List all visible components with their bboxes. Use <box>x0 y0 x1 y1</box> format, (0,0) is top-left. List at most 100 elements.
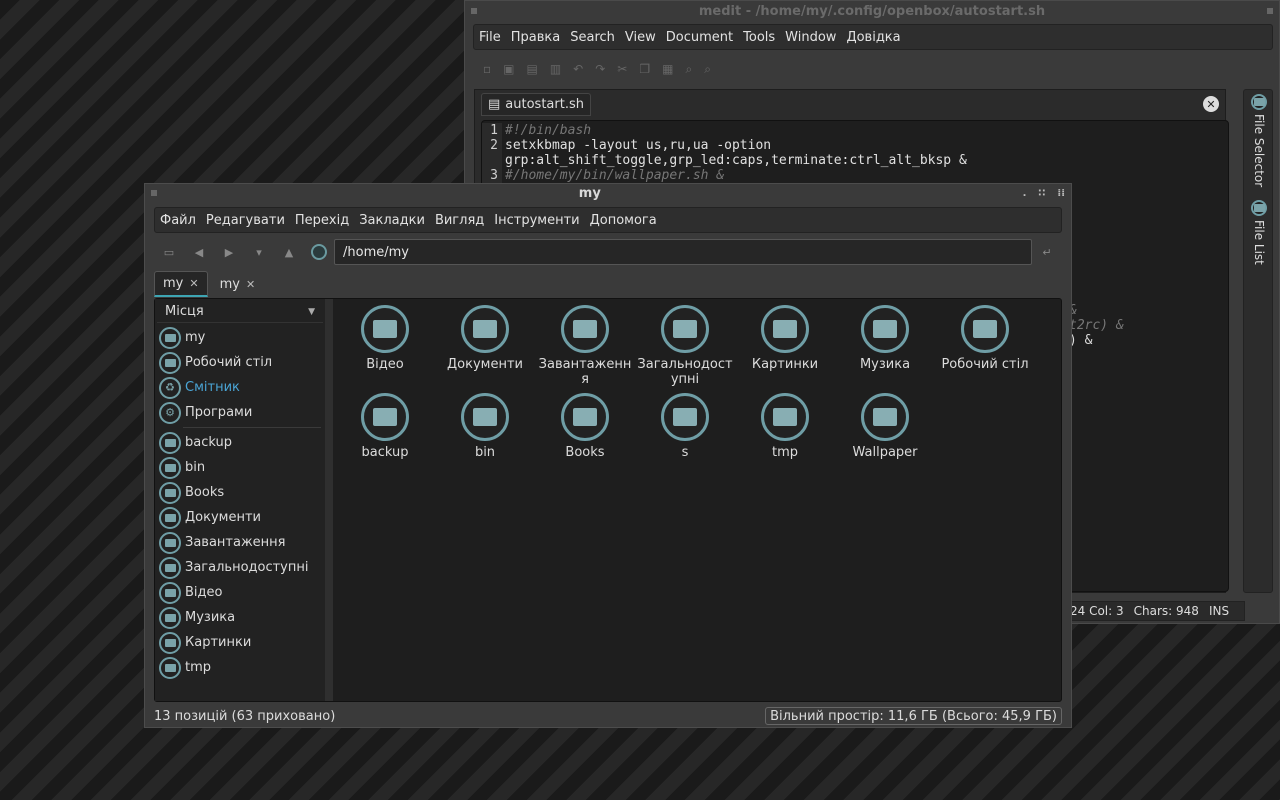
folder-label: Загальнодоступні <box>637 357 733 387</box>
folder-item[interactable]: backup <box>335 393 435 481</box>
bookmark-item[interactable]: Завантаження <box>155 530 325 555</box>
fm-menu-go[interactable]: Перехід <box>290 213 354 228</box>
sidebar-header: Місця <box>165 304 204 319</box>
maximize-icon[interactable]: ∷ <box>1038 188 1045 199</box>
close-tab-icon[interactable]: ✕ <box>189 277 198 290</box>
file-selector-tab[interactable]: File Selector <box>1247 94 1271 187</box>
forward-icon[interactable]: ▶ <box>214 246 244 259</box>
folder-item[interactable]: bin <box>435 393 535 481</box>
folder-item[interactable]: Документи <box>435 305 535 393</box>
bookmark-item[interactable]: Документи <box>155 505 325 530</box>
folder-icon <box>461 393 509 441</box>
bookmark-item[interactable]: backup <box>155 430 325 455</box>
find-replace-icon[interactable]: ⌕ <box>704 62 711 77</box>
fm-menu-file[interactable]: Файл <box>155 213 201 228</box>
close-tab-icon[interactable]: ✕ <box>246 278 255 291</box>
history-dropdown-icon[interactable]: ▾ <box>244 246 274 259</box>
fm-tab[interactable]: my ✕ <box>212 271 264 297</box>
fm-menu-edit[interactable]: Редагувати <box>201 213 290 228</box>
medit-menu-help[interactable]: Довідка <box>841 30 905 45</box>
folder-item[interactable]: Books <box>535 393 635 481</box>
paste-icon[interactable]: ▦ <box>662 62 673 76</box>
medit-menu-window[interactable]: Window <box>780 30 841 45</box>
medit-menu-document[interactable]: Document <box>661 30 738 45</box>
fm-body: Місця ▼ my Робочий стіл Смітник Програми… <box>154 298 1062 702</box>
bookmark-label: backup <box>185 435 232 450</box>
chevron-down-icon: ▼ <box>308 306 315 317</box>
fm-menu-tools[interactable]: Інструменти <box>489 213 584 228</box>
folder-item[interactable]: Робочий стіл <box>935 305 1035 393</box>
go-icon[interactable]: ↵ <box>1032 246 1062 259</box>
medit-titlebar[interactable]: medit - /home/my/.config/openbox/autosta… <box>465 1 1279 21</box>
file-selector-label: File Selector <box>1252 114 1266 188</box>
up-icon[interactable]: ▲ <box>274 246 304 259</box>
folder-label: Документи <box>447 357 523 372</box>
bookmark-label: Завантаження <box>185 535 286 550</box>
folder-label: tmp <box>771 445 798 460</box>
bookmark-item[interactable]: bin <box>155 455 325 480</box>
fm-titlebar[interactable]: my . ∷ ⁞⁞ <box>145 184 1071 202</box>
bookmark-item[interactable]: Картинки <box>155 630 325 655</box>
cursor-position: 24 Col: 3 <box>1070 604 1124 618</box>
folder-icon <box>361 393 409 441</box>
folder-item[interactable]: Відео <box>335 305 435 393</box>
minimize-icon[interactable]: . <box>1023 188 1027 199</box>
char-count: Chars: 948 <box>1133 604 1199 618</box>
editor-tab[interactable]: ▤ autostart.sh <box>481 92 591 116</box>
folder-item[interactable]: Картинки <box>735 305 835 393</box>
medit-menu-search[interactable]: Search <box>565 30 620 45</box>
line-number: 3 <box>482 168 502 183</box>
redo-icon[interactable]: ↷ <box>595 62 605 76</box>
bookmark-label: Картинки <box>185 635 252 650</box>
copy-icon[interactable]: ❐ <box>639 62 650 76</box>
line-number: 1 <box>482 123 502 138</box>
bookmark-item[interactable]: Books <box>155 480 325 505</box>
place-trash[interactable]: Смітник <box>155 375 325 400</box>
folder-item[interactable]: Музика <box>835 305 935 393</box>
bookmark-label: bin <box>185 460 206 475</box>
bookmark-item[interactable]: Загальнодоступні <box>155 555 325 580</box>
fm-menu-view[interactable]: Вигляд <box>430 213 489 228</box>
medit-menu-edit[interactable]: Правка <box>506 30 565 45</box>
close-icon[interactable]: ⁞⁞ <box>1057 188 1065 199</box>
window-control-icon[interactable] <box>1267 8 1273 14</box>
new-tab-icon[interactable]: ▭ <box>154 246 184 259</box>
new-icon[interactable]: ▫ <box>483 62 491 76</box>
file-list-tab[interactable]: File List <box>1247 200 1271 265</box>
medit-menu-view[interactable]: View <box>620 30 661 45</box>
place-home[interactable]: my <box>155 325 325 350</box>
item-count: 13 позицій (63 приховано) <box>154 708 336 724</box>
close-tab-icon[interactable]: ✕ <box>1203 96 1219 112</box>
medit-menu-tools[interactable]: Tools <box>738 30 780 45</box>
folder-item[interactable]: tmp <box>735 393 835 481</box>
find-icon[interactable]: ⌕ <box>685 62 692 77</box>
code-line: 1 #!/bin/bash <box>482 123 1228 138</box>
folder-item[interactable]: Wallpaper <box>835 393 935 481</box>
folder-icon <box>159 456 181 479</box>
code-line: 3 #/home/my/bin/wallpaper.sh & <box>482 168 1228 183</box>
place-desktop[interactable]: Робочий стіл <box>155 350 325 375</box>
bookmark-item[interactable]: Відео <box>155 580 325 605</box>
path-input[interactable]: /home/my <box>334 239 1032 265</box>
medit-menu-file[interactable]: File <box>474 30 506 45</box>
folder-item[interactable]: Загальнодоступні <box>635 305 735 393</box>
folder-icon <box>159 506 181 529</box>
bookmark-item[interactable]: Музика <box>155 605 325 630</box>
fm-menu-help[interactable]: Допомога <box>585 213 662 228</box>
undo-icon[interactable]: ↶ <box>573 62 583 76</box>
save-as-icon[interactable]: ▥ <box>550 62 561 76</box>
folder-label: Завантаження <box>538 357 632 387</box>
open-icon[interactable]: ▣ <box>503 62 514 76</box>
back-icon[interactable]: ◀ <box>184 246 214 259</box>
folder-item[interactable]: Завантаження <box>535 305 635 393</box>
bookmark-item[interactable]: tmp <box>155 655 325 680</box>
home-icon[interactable] <box>311 244 327 260</box>
fm-menu-bookmarks[interactable]: Закладки <box>354 213 430 228</box>
folder-item[interactable]: s <box>635 393 735 481</box>
fm-tab[interactable]: my ✕ <box>154 271 208 297</box>
cut-icon[interactable]: ✂ <box>617 62 627 76</box>
sidebar-mode-select[interactable]: Місця ▼ <box>157 301 323 323</box>
save-icon[interactable]: ▤ <box>526 62 537 76</box>
place-applications[interactable]: Програми <box>155 400 325 425</box>
folder-icon <box>159 656 181 679</box>
